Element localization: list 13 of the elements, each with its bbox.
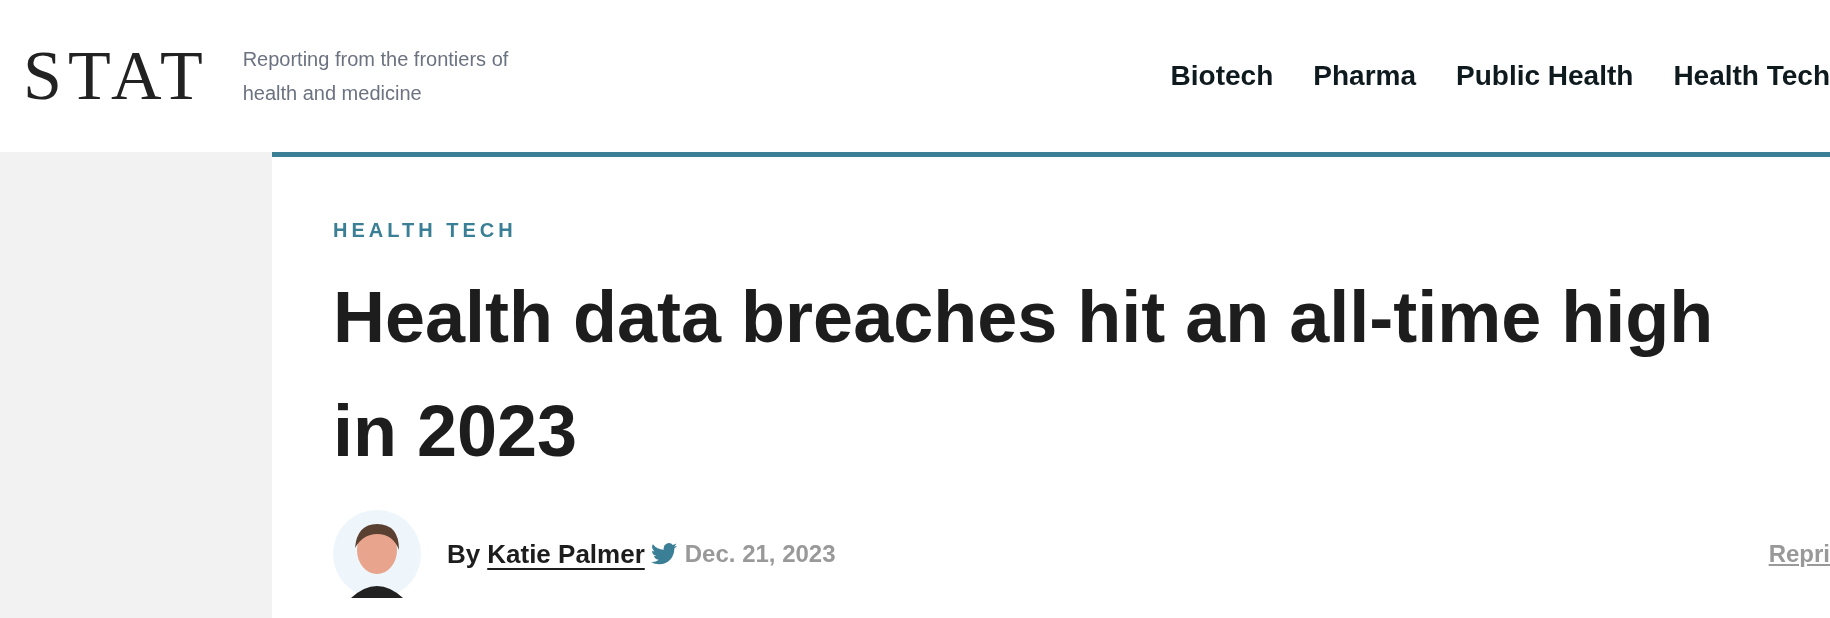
tagline: Reporting from the frontiers of health and medicine [242,47,510,106]
twitter-bird-icon[interactable] [650,543,677,565]
avatar-icon [333,510,421,598]
nav-link[interactable]: Biotech [1170,60,1274,92]
site-logo[interactable]: STAT [23,41,209,111]
nav-link[interactable]: Pharma [1313,60,1416,92]
byline-prefix: By [447,538,481,570]
publish-date: Dec. 21, 2023 [684,540,836,568]
author-link[interactable]: Katie Palmer [487,538,645,570]
headline: Health data breaches hit an all-time high in 2023 [333,276,1715,473]
nav-link[interactable]: Health Tech [1673,60,1830,92]
category-label[interactable]: HEALTH TECH [333,219,1830,242]
nav-link[interactable]: Public Health [1456,60,1634,92]
